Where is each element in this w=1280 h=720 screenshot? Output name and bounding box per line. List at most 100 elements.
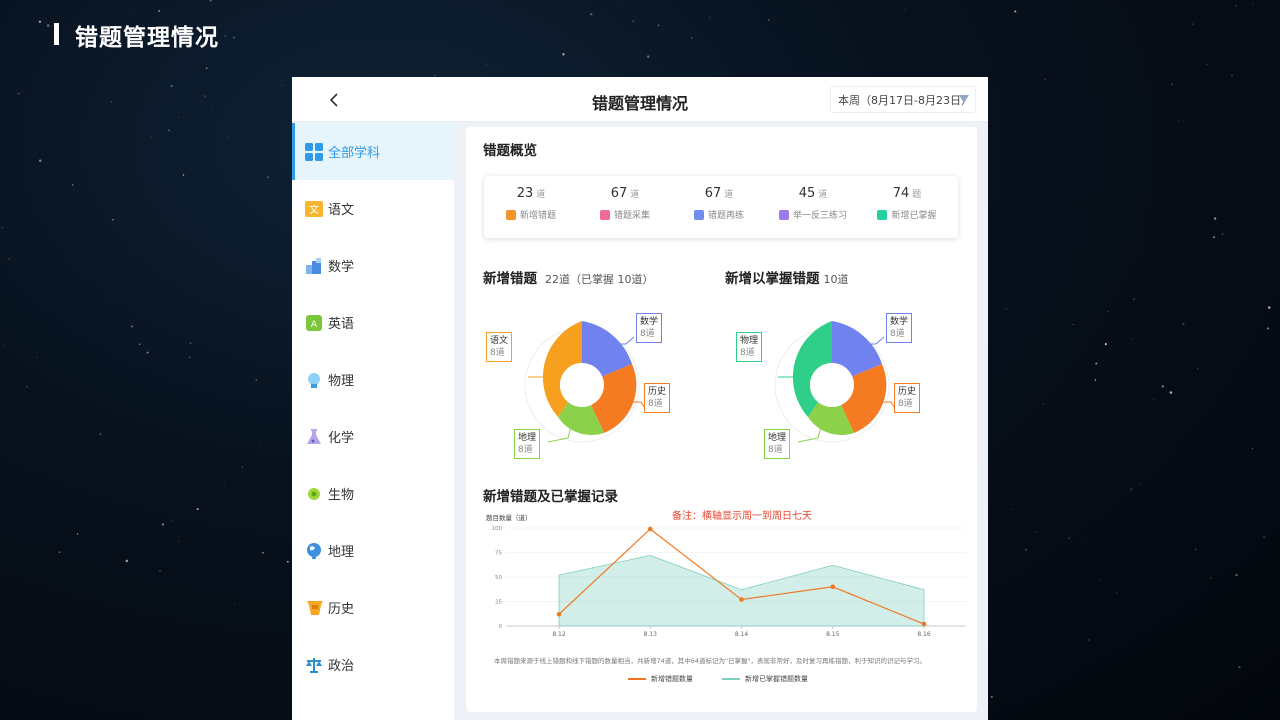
y-tick-label: 25 [495, 600, 502, 606]
physics-icon [305, 371, 323, 389]
data-point [830, 584, 836, 590]
subject-sidebar: 全部学科 文 语文 数学 A 英语 物理 化学 生物 地理 历史 政治 [292, 123, 454, 720]
new-mastered-title: 新增以掌握错题 10道 [725, 267, 849, 287]
sidebar-item-label: 化学 [328, 431, 355, 446]
biology-icon [305, 485, 323, 503]
legend-mastered[interactable]: 新增已掌握错题数量 [722, 674, 808, 684]
donut-title: 新增错题 [483, 271, 537, 287]
callout-math: 数学 8道 [636, 313, 663, 343]
sidebar-item-history[interactable]: 历史 [292, 579, 454, 636]
donut-title: 新增以掌握错题 [725, 271, 820, 287]
y-tick-label: 100 [492, 526, 503, 532]
stat-value: 23 [516, 186, 534, 201]
stat-value: 74 [892, 186, 910, 201]
stat-new-errors[interactable]: 23 道 新增错题 [484, 176, 578, 221]
sidebar-item-chinese[interactable]: 文 语文 [292, 180, 454, 237]
new-errors-title: 新增错题 22道（已掌握 10道） [483, 267, 654, 287]
callout-name: 语文 [490, 336, 509, 346]
callout-name: 地理 [768, 433, 787, 443]
sidebar-item-chemistry[interactable]: 化学 [292, 408, 454, 465]
legend-label: 新增已掌握错题数量 [745, 675, 808, 683]
slide-title: 错题管理情况 [75, 25, 219, 51]
callout-value: 8道 [898, 399, 913, 409]
sidebar-item-label: 全部学科 [328, 146, 381, 161]
callout-name: 物理 [740, 336, 759, 346]
callout-value: 8道 [648, 399, 663, 409]
sidebar-item-politics[interactable]: 政治 [292, 636, 454, 693]
chinese-icon: 文 [305, 200, 323, 218]
stat-unit: 道 [630, 190, 640, 200]
stat-extended-practice[interactable]: 45 道 举一反三练习 [766, 176, 860, 221]
legend-swatch [628, 678, 646, 680]
stat-label: 举一反三练习 [792, 211, 847, 221]
x-tick-label: 8.16 [917, 631, 931, 638]
y-tick-label: 0 [499, 624, 503, 630]
y-axis-label: 题目数量（道） [486, 513, 532, 522]
sidebar-item-math[interactable]: 数学 [292, 237, 454, 294]
main-panel: 错题概览 23 道 新增错题 67 道 错题采集 67 道 错题再练 45 道 举一反三… [466, 127, 977, 712]
callout-geography: 地理 8道 [514, 429, 541, 459]
stat-value: 67 [610, 186, 628, 201]
math-icon [305, 257, 323, 275]
sidebar-item-physics[interactable]: 物理 [292, 351, 454, 408]
series-mastered-area [558, 555, 925, 627]
week-select[interactable]: 本周（8月17日-8月23日） [830, 86, 976, 113]
sidebar-item-label: 物理 [328, 374, 355, 389]
sidebar-item-biology[interactable]: 生物 [292, 465, 454, 522]
stat-label: 错题再练 [707, 211, 744, 221]
stat-unit: 道 [536, 190, 546, 200]
callout-value: 8道 [768, 445, 783, 455]
x-tick-label: 8.12 [552, 631, 566, 638]
week-select-value: 本周（8月17日-8月23日） [838, 93, 972, 107]
callout-history: 历史 8道 [894, 383, 921, 413]
plus-icon [505, 209, 516, 220]
callout-name: 数学 [640, 317, 659, 327]
callout-value: 8道 [890, 329, 905, 339]
callout-name: 历史 [898, 387, 917, 397]
stat-unit: 道 [724, 190, 734, 200]
collect-icon [599, 209, 610, 220]
stat-unit: 题 [912, 190, 922, 200]
stat-repractice[interactable]: 67 道 错题再练 [672, 176, 766, 221]
sidebar-item-geography[interactable]: 地理 [292, 522, 454, 579]
donut-subtitle: 10道 [823, 273, 849, 286]
legend-label: 新增错题数量 [651, 675, 693, 683]
x-tick-label: 8.13 [644, 631, 658, 638]
stat-label: 新增错题 [519, 211, 556, 221]
sidebar-item-all[interactable]: 全部学科 [292, 123, 454, 180]
stat-new-mastered[interactable]: 74 题 新增已掌握 [860, 176, 954, 221]
record-title: 新增错题及已掌握记录 [483, 489, 618, 505]
slide-title-bar [54, 23, 59, 45]
data-point [739, 597, 744, 602]
sidebar-item-label: 生物 [328, 488, 355, 503]
practice-icon [778, 209, 789, 220]
pencil-icon [693, 209, 704, 220]
stat-value: 45 [798, 186, 816, 201]
legend-swatch [722, 678, 740, 680]
scales-icon [305, 656, 323, 674]
stat-collected[interactable]: 67 道 错题采集 [578, 176, 672, 221]
callout-value: 8道 [490, 348, 505, 358]
callout-chinese: 语文 8道 [486, 332, 513, 362]
data-point [647, 526, 653, 532]
y-tick-label: 75 [495, 551, 502, 557]
overview-card: 23 道 新增错题 67 道 错题采集 67 道 错题再练 45 道 举一反三练习 74… [484, 176, 958, 238]
callout-name: 数学 [890, 317, 909, 327]
sidebar-item-english[interactable]: A 英语 [292, 294, 454, 351]
legend-new-errors[interactable]: 新增错题数量 [628, 674, 693, 684]
x-tick-label: 8.15 [826, 631, 840, 638]
y-tick-label: 50 [495, 575, 502, 581]
globe-icon [305, 542, 323, 560]
grid-icon [305, 142, 323, 161]
callout-name: 历史 [648, 387, 667, 397]
history-icon [305, 599, 323, 617]
callout-math: 数学 8道 [886, 313, 913, 343]
stat-label: 新增已掌握 [891, 211, 937, 221]
english-icon: A [305, 314, 323, 332]
data-point [921, 621, 927, 627]
sidebar-item-label: 英语 [328, 317, 355, 332]
callout-name: 地理 [518, 433, 537, 443]
chemistry-icon [305, 428, 323, 446]
x-tick-label: 8.14 [735, 631, 749, 638]
record-line-chart: 题目数量（道） 0 25 50 75 100 8.12 8.13 8.14 8.15 8.16 [486, 513, 966, 638]
